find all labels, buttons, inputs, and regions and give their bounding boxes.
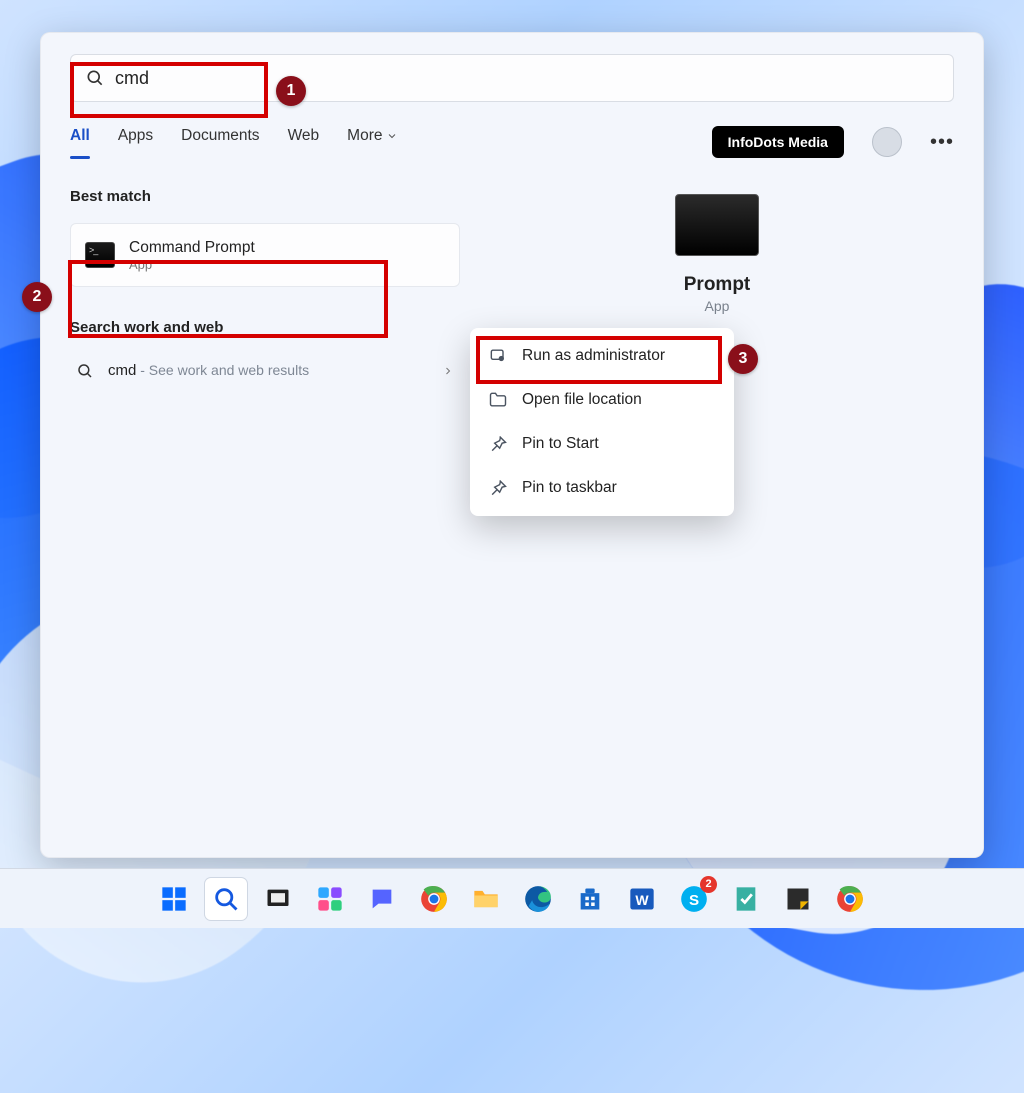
chevron-down-icon bbox=[386, 130, 398, 142]
taskbar-sticky-notes[interactable] bbox=[777, 878, 819, 920]
search-icon bbox=[212, 885, 240, 913]
annotation-number-1: 1 bbox=[276, 76, 306, 106]
taskbar: W S 2 bbox=[0, 868, 1024, 928]
tab-all[interactable]: All bbox=[70, 127, 90, 157]
chevron-right-icon bbox=[442, 365, 454, 377]
taskbar-edge[interactable] bbox=[517, 878, 559, 920]
best-match-heading: Best match bbox=[70, 188, 460, 205]
edge-icon bbox=[524, 885, 552, 913]
taskbar-chrome[interactable] bbox=[413, 878, 455, 920]
taskbar-word[interactable]: W bbox=[621, 878, 663, 920]
svg-text:W: W bbox=[635, 891, 649, 907]
account-badge[interactable]: InfoDots Media bbox=[712, 126, 844, 158]
ctx-run-as-administrator[interactable]: Run as administrator bbox=[470, 334, 734, 378]
web-term: cmd bbox=[108, 362, 136, 379]
taskbar-task-view[interactable] bbox=[257, 878, 299, 920]
folder-icon bbox=[488, 390, 508, 410]
word-icon: W bbox=[628, 885, 656, 913]
taskbar-chat[interactable] bbox=[361, 878, 403, 920]
taskbar-start-button[interactable] bbox=[153, 878, 195, 920]
windows-start-icon bbox=[160, 885, 188, 913]
task-view-icon bbox=[264, 885, 292, 913]
tab-more[interactable]: More bbox=[347, 127, 398, 157]
more-options-button[interactable]: ••• bbox=[930, 131, 954, 154]
best-match-result[interactable]: Command Prompt App bbox=[70, 223, 460, 287]
context-menu: Run as administrator Open file location … bbox=[470, 328, 734, 516]
svg-text:S: S bbox=[689, 891, 699, 908]
microsoft-store-icon bbox=[576, 885, 604, 913]
annotation-number-3: 3 bbox=[728, 344, 758, 374]
taskbar-chrome-2[interactable] bbox=[829, 878, 871, 920]
command-prompt-icon bbox=[85, 242, 115, 268]
ctx-open-file-location[interactable]: Open file location bbox=[470, 378, 734, 422]
widgets-icon bbox=[316, 885, 344, 913]
preview-subtitle: App bbox=[705, 298, 730, 314]
tab-apps[interactable]: Apps bbox=[118, 127, 153, 157]
shield-admin-icon bbox=[488, 346, 508, 366]
search-filter-tabs: All Apps Documents Web More InfoDots Med… bbox=[40, 102, 984, 158]
todo-icon bbox=[732, 885, 760, 913]
chrome-icon bbox=[836, 885, 864, 913]
taskbar-file-explorer[interactable] bbox=[465, 878, 507, 920]
ctx-pin-to-taskbar[interactable]: Pin to taskbar bbox=[470, 466, 734, 510]
search-web-row[interactable]: cmd - See work and web results bbox=[70, 350, 460, 392]
taskbar-widgets[interactable] bbox=[309, 878, 351, 920]
command-prompt-large-icon bbox=[675, 194, 759, 256]
pin-icon bbox=[488, 434, 508, 454]
taskbar-search-button[interactable] bbox=[205, 878, 247, 920]
pin-icon bbox=[488, 478, 508, 498]
tab-documents[interactable]: Documents bbox=[181, 127, 259, 157]
search-web-heading: Search work and web bbox=[70, 319, 460, 336]
chrome-icon bbox=[420, 885, 448, 913]
ctx-pin-to-start[interactable]: Pin to Start bbox=[470, 422, 734, 466]
tab-web[interactable]: Web bbox=[288, 127, 320, 157]
avatar[interactable] bbox=[872, 127, 902, 157]
preview-hero: Prompt App bbox=[480, 188, 954, 314]
search-icon bbox=[85, 68, 105, 88]
search-icon bbox=[76, 362, 94, 380]
start-search-window: All Apps Documents Web More InfoDots Med… bbox=[40, 32, 984, 858]
result-subtitle: App bbox=[129, 257, 255, 272]
taskbar-skype[interactable]: S 2 bbox=[673, 878, 715, 920]
taskbar-store[interactable] bbox=[569, 878, 611, 920]
result-title: Command Prompt bbox=[129, 239, 255, 257]
sticky-notes-icon bbox=[784, 885, 812, 913]
preview-title: Prompt bbox=[684, 274, 751, 296]
chat-icon bbox=[368, 885, 396, 913]
web-hint: - See work and web results bbox=[136, 362, 309, 378]
search-input[interactable] bbox=[115, 68, 939, 89]
search-bar[interactable] bbox=[70, 54, 954, 102]
annotation-number-2: 2 bbox=[22, 282, 52, 312]
file-explorer-icon bbox=[472, 885, 500, 913]
skype-badge: 2 bbox=[700, 876, 717, 893]
taskbar-todo[interactable] bbox=[725, 878, 767, 920]
